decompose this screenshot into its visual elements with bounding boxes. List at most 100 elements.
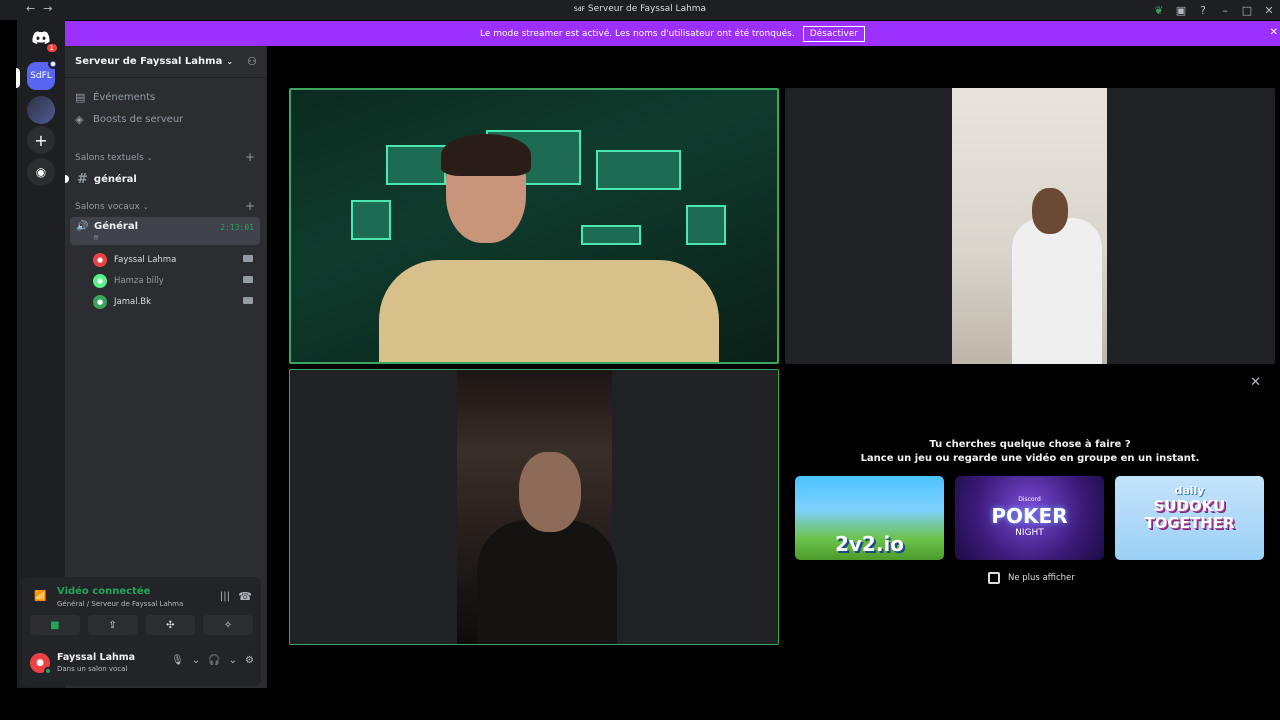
- background-screen: [596, 150, 681, 190]
- checkbox[interactable]: [988, 572, 1000, 584]
- close-icon[interactable]: ✕: [1258, 4, 1280, 17]
- boosts-item[interactable]: ◈ Boosts de serveur: [75, 113, 183, 126]
- boost-icon: ◈: [75, 113, 84, 126]
- text-category-label: Salons textuels: [75, 153, 144, 163]
- activity-card-title: SUDOKU TOGETHER: [1144, 497, 1235, 532]
- member-name: Jamal.Bk: [114, 297, 152, 307]
- user-status: Dans un salon vocal: [57, 665, 128, 673]
- add-text-channel-icon[interactable]: +: [245, 150, 255, 164]
- background-screen: [581, 225, 641, 245]
- online-status-dot: [44, 667, 52, 675]
- close-icon[interactable]: ✕: [1250, 375, 1261, 390]
- activity-card-sudoku[interactable]: daily SUDOKU TOGETHER: [1115, 476, 1264, 560]
- minimize-icon[interactable]: –: [1214, 4, 1236, 17]
- activity-card-pre: daily: [1174, 484, 1205, 497]
- server-header[interactable]: Serveur de Fayssal Lahma ⌄ ⚇: [65, 46, 267, 78]
- avatar[interactable]: ●: [30, 653, 52, 675]
- disable-streamer-button[interactable]: Désactiver: [802, 25, 865, 42]
- participant-body: [477, 520, 617, 644]
- dont-show-again[interactable]: Ne plus afficher: [988, 572, 1075, 584]
- gear-icon[interactable]: ⚙: [245, 655, 254, 666]
- activity-cards: 2v2.io Discord POKER NIGHT daily SUDOKU …: [795, 476, 1265, 560]
- camera-icon: [243, 297, 253, 304]
- voice-category-label: Salons vocaux: [75, 202, 140, 212]
- soundboard-button[interactable]: ✧: [203, 615, 253, 635]
- discord-home-icon[interactable]: 1: [27, 24, 59, 54]
- activity-card-title: 2v2.io: [834, 532, 905, 556]
- activity-question: Tu cherches quelque chose à faire ?: [929, 439, 1131, 450]
- server-icon-active[interactable]: SdFL: [27, 59, 58, 90]
- user-area: ● Fayssal Lahma Dans un salon vocal 🎙 ⌄ …: [30, 649, 254, 677]
- signal-icon[interactable]: 📶: [34, 591, 46, 602]
- microphone-icon[interactable]: 🎙: [171, 655, 184, 666]
- user-controls: 🎙 ⌄ 🎧 ⌄ ⚙: [171, 655, 254, 666]
- connection-sub[interactable]: Général / Serveur de Fayssal Lahma: [57, 600, 183, 608]
- activity-subtitle: Lance un jeu ou regarde une vidéo en gro…: [860, 453, 1200, 464]
- camera-feed: [952, 88, 1107, 364]
- server-icon-label: SdFL: [30, 71, 52, 81]
- voice-member[interactable]: ● Jamal.Bk: [93, 293, 259, 311]
- avatar: ●: [93, 274, 107, 288]
- voice-member[interactable]: ● Fayssal Lahma: [93, 251, 259, 269]
- activity-card-2v2[interactable]: 2v2.io: [795, 476, 944, 560]
- video-tile[interactable]: [785, 88, 1275, 364]
- events-item[interactable]: ▤ Événements: [75, 91, 155, 104]
- disconnect-icon[interactable]: ☎: [238, 590, 252, 603]
- activity-card-title: POKER: [991, 504, 1068, 528]
- banner-text: Le mode streamer est activé. Les noms d'…: [480, 28, 795, 39]
- participant-body: [379, 260, 719, 362]
- voice-member[interactable]: ● Hamza billy: [93, 272, 259, 290]
- background-screen: [351, 200, 391, 240]
- window-controls: ❦ ▣ ? – □ ✕: [1148, 0, 1280, 20]
- inbox-icon[interactable]: ▣: [1170, 4, 1192, 17]
- invite-user-icon[interactable]: ⚇: [247, 55, 257, 68]
- chevron-down-icon: ⌄: [226, 57, 234, 66]
- chevron-down-icon[interactable]: ⌄: [192, 655, 200, 666]
- title-bar: ←→ SdF Serveur de Fayssal Lahma ❦ ▣ ? – □…: [0, 0, 1280, 20]
- screen-share-button[interactable]: ⇪: [87, 615, 138, 635]
- chevron-down-icon[interactable]: ⌄: [229, 655, 237, 666]
- server-icon-other[interactable]: [27, 96, 55, 124]
- avatar: ●: [93, 253, 107, 267]
- background-screen: [386, 145, 446, 185]
- voice-channel-timer: 2:13:01: [220, 223, 254, 232]
- add-voice-channel-icon[interactable]: +: [245, 199, 255, 213]
- maximize-icon[interactable]: □: [1236, 4, 1258, 17]
- voice-channel-general[interactable]: 🔊 Général ff 2:13:01: [70, 217, 260, 245]
- video-tile[interactable]: [289, 369, 779, 645]
- help-icon[interactable]: ?: [1192, 4, 1214, 17]
- activities-button[interactable]: ✣: [145, 615, 196, 635]
- notification-badge: 1: [44, 42, 59, 54]
- plus-icon[interactable]: +: [27, 126, 55, 154]
- member-name: Hamza billy: [114, 276, 164, 286]
- chevron-down-icon: ⌄: [146, 154, 153, 162]
- camera-button[interactable]: ■: [30, 615, 80, 635]
- compass-icon[interactable]: ◉: [27, 158, 55, 186]
- hash-icon: #: [77, 171, 88, 187]
- voice-channel-label: Général: [94, 221, 138, 232]
- voice-connection-status: 📶 Vidéo connectée Général / Serveur de F…: [32, 585, 252, 611]
- noise-suppression-icon[interactable]: |||: [220, 591, 230, 602]
- nitro-leaf-icon[interactable]: ❦: [1148, 4, 1170, 17]
- avatar: ●: [93, 295, 107, 309]
- dont-show-label: Ne plus afficher: [1008, 573, 1075, 583]
- voice-category[interactable]: Salons vocaux ⌄: [75, 202, 149, 212]
- participant-hair: [441, 134, 531, 176]
- participant-face: [519, 452, 581, 532]
- voice-user-panel: 📶 Vidéo connectée Général / Serveur de F…: [22, 577, 261, 686]
- activity-dot: [48, 59, 58, 69]
- close-icon[interactable]: ✕: [1270, 27, 1278, 38]
- headphones-icon[interactable]: 🎧: [208, 655, 220, 666]
- voice-channel-status: ff: [94, 235, 99, 242]
- text-channel-general[interactable]: # général: [65, 170, 261, 188]
- activity-card-poker[interactable]: Discord POKER NIGHT: [955, 476, 1104, 560]
- events-label: Événements: [93, 92, 156, 103]
- text-category[interactable]: Salons textuels ⌄: [75, 153, 153, 163]
- video-tile-speaking[interactable]: [289, 88, 779, 364]
- chevron-down-icon: ⌄: [142, 203, 149, 211]
- member-name: Fayssal Lahma: [114, 255, 177, 265]
- speaker-icon: 🔊: [76, 221, 89, 232]
- connection-title: Vidéo connectée: [57, 586, 151, 597]
- window-title-text: Serveur de Fayssal Lahma: [587, 4, 707, 14]
- activity-suggestion-panel: ✕ Tu cherches quelque chose à faire ? La…: [785, 369, 1275, 645]
